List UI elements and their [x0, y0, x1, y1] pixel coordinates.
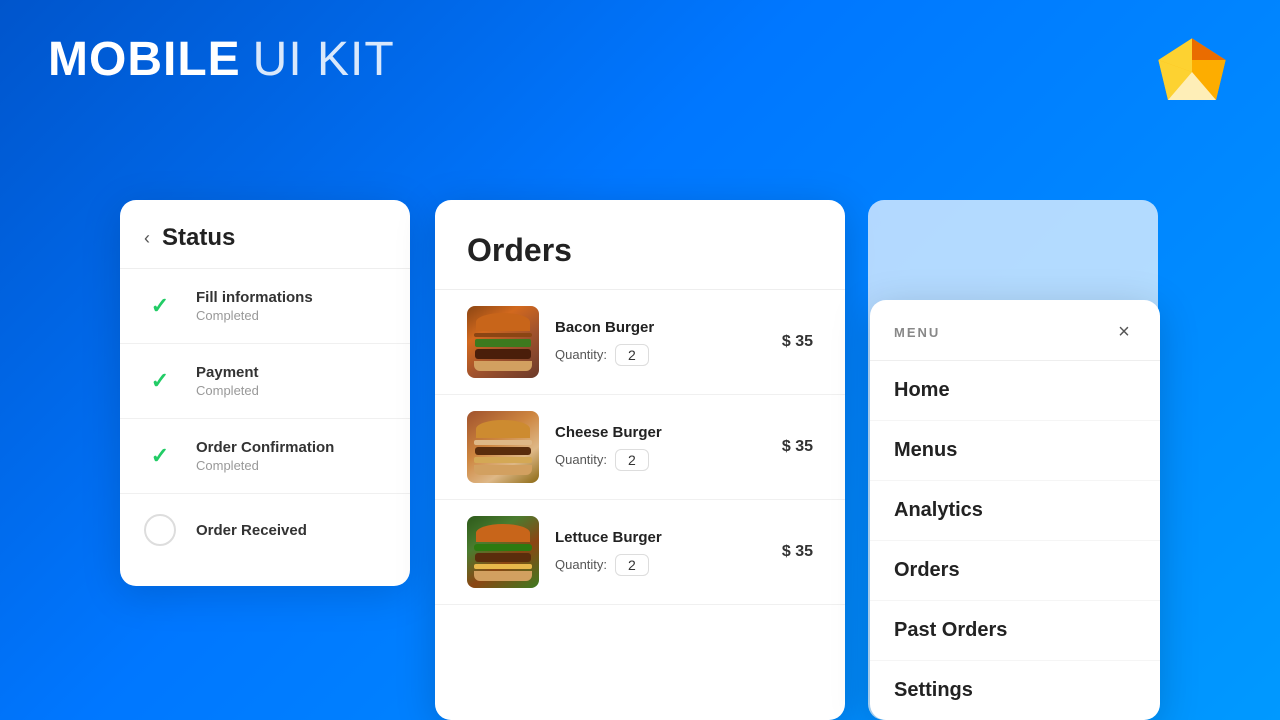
- order-item-lettuce: Lettuce Burger Quantity: 2 $ 35: [435, 500, 845, 605]
- order-qty-value-bacon: 2: [615, 344, 649, 366]
- menu-label: MENU: [894, 325, 940, 340]
- check-icon-payment: ✓: [144, 365, 176, 397]
- order-item-cheese: Cheese Burger Quantity: 2 $ 35: [435, 395, 845, 500]
- menu-header: MENU ×: [870, 300, 1160, 361]
- orders-title: Orders: [435, 232, 845, 289]
- menu-item-orders[interactable]: Orders: [870, 541, 1160, 601]
- order-img-bacon: [467, 306, 539, 378]
- orders-card: Orders Bacon Burger Quantity: 2 $ 35: [435, 200, 845, 720]
- order-qty-row-lettuce: Quantity: 2: [555, 554, 747, 576]
- order-qty-label-cheese: Quantity:: [555, 452, 607, 467]
- order-name-cheese: Cheese Burger: [555, 424, 747, 441]
- status-label-fill: Fill informations: [196, 289, 313, 306]
- status-item-received: Order Received: [120, 494, 410, 566]
- sketch-icon: [1152, 32, 1232, 112]
- status-text-received: Order Received: [196, 522, 307, 539]
- order-img-cheese: [467, 411, 539, 483]
- menu-item-analytics[interactable]: Analytics: [870, 481, 1160, 541]
- menu-item-home[interactable]: Home: [870, 361, 1160, 421]
- title-mobile: MOBILE: [48, 32, 241, 87]
- status-item-confirmation: ✓ Order Confirmation Completed: [120, 419, 410, 494]
- check-icon-fill: ✓: [144, 290, 176, 322]
- order-price-bacon: $ 35: [763, 333, 813, 351]
- menu-card: MENU × Home Menus Analytics Orders Past …: [870, 300, 1160, 720]
- menu-item-menus[interactable]: Menus: [870, 421, 1160, 481]
- status-card: ‹ Status ✓ Fill informations Completed ✓…: [120, 200, 410, 586]
- status-header: ‹ Status: [120, 200, 410, 269]
- menu-item-settings[interactable]: Settings: [870, 661, 1160, 720]
- order-qty-row-cheese: Quantity: 2: [555, 449, 747, 471]
- order-info-cheese: Cheese Burger Quantity: 2: [555, 424, 747, 471]
- status-item-payment: ✓ Payment Completed: [120, 344, 410, 419]
- status-item-fill: ✓ Fill informations Completed: [120, 269, 410, 344]
- order-qty-value-lettuce: 2: [615, 554, 649, 576]
- order-qty-row-bacon: Quantity: 2: [555, 344, 747, 366]
- check-icon-confirmation: ✓: [144, 440, 176, 472]
- order-name-bacon: Bacon Burger: [555, 319, 747, 336]
- status-label-confirmation: Order Confirmation: [196, 439, 334, 456]
- order-price-cheese: $ 35: [763, 438, 813, 456]
- status-sublabel-fill: Completed: [196, 308, 313, 323]
- title-block: MOBILE UI KIT: [48, 32, 395, 87]
- status-label-payment: Payment: [196, 364, 259, 381]
- order-qty-value-cheese: 2: [615, 449, 649, 471]
- back-arrow[interactable]: ‹: [144, 228, 150, 249]
- order-item-bacon: Bacon Burger Quantity: 2 $ 35: [435, 290, 845, 395]
- check-icon-received: [144, 514, 176, 546]
- status-text-fill: Fill informations Completed: [196, 289, 313, 323]
- status-title: Status: [162, 224, 235, 252]
- title-ui-kit: UI KIT: [253, 32, 395, 87]
- order-price-lettuce: $ 35: [763, 543, 813, 561]
- header: MOBILE UI KIT: [0, 0, 1280, 112]
- close-button[interactable]: ×: [1112, 320, 1136, 344]
- order-info-bacon: Bacon Burger Quantity: 2: [555, 319, 747, 366]
- status-sublabel-payment: Completed: [196, 383, 259, 398]
- order-name-lettuce: Lettuce Burger: [555, 529, 747, 546]
- order-img-lettuce: [467, 516, 539, 588]
- menu-item-past-orders[interactable]: Past Orders: [870, 601, 1160, 661]
- order-qty-label-lettuce: Quantity:: [555, 557, 607, 572]
- status-text-payment: Payment Completed: [196, 364, 259, 398]
- status-text-confirmation: Order Confirmation Completed: [196, 439, 334, 473]
- order-info-lettuce: Lettuce Burger Quantity: 2: [555, 529, 747, 576]
- status-label-received: Order Received: [196, 522, 307, 539]
- order-qty-label-bacon: Quantity:: [555, 347, 607, 362]
- status-sublabel-confirmation: Completed: [196, 458, 334, 473]
